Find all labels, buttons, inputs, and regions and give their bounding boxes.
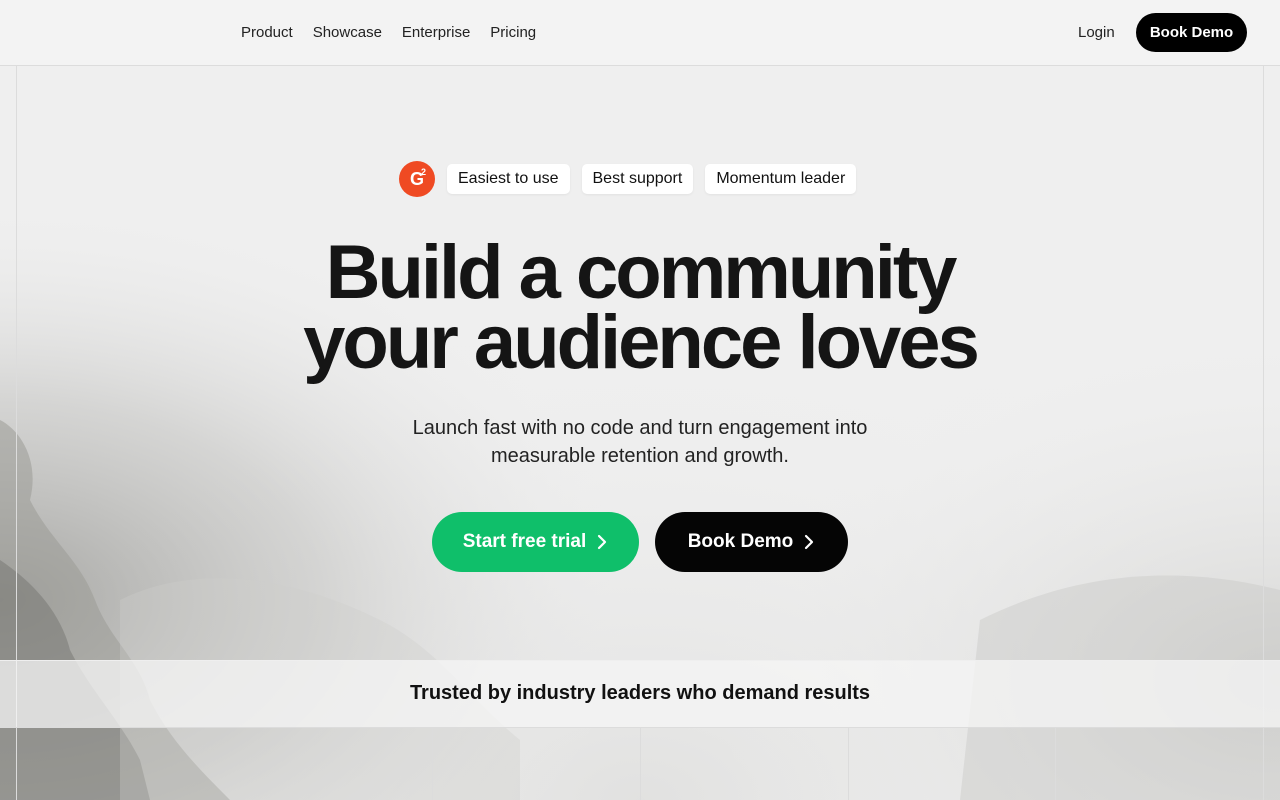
chevron-right-icon <box>598 534 607 550</box>
logo-grid-divider <box>1055 728 1056 800</box>
login-link[interactable]: Login <box>1078 24 1115 41</box>
nav-book-demo-button[interactable]: Book Demo <box>1136 13 1247 52</box>
logo-grid-divider <box>848 728 849 800</box>
hero-subheading-line-2: measurable retention and growth. <box>491 445 789 467</box>
nav-link-pricing[interactable]: Pricing <box>490 24 536 41</box>
hero-headline: Build a community your audience loves <box>0 230 1280 385</box>
start-free-trial-label: Start free trial <box>462 531 587 552</box>
award-badges: G 2 Easiest to use Best support Momentum… <box>399 161 857 197</box>
primary-nav-links: Product Showcase Enterprise Pricing <box>241 24 536 41</box>
hero-headline-line-2: your audience loves <box>303 300 980 385</box>
top-navigation: Product Showcase Enterprise Pricing Logi… <box>0 0 1280 66</box>
nav-link-product[interactable]: Product <box>241 24 293 41</box>
hero-cta-row: Start free trial Book Demo <box>432 512 848 572</box>
nav-link-enterprise[interactable]: Enterprise <box>402 24 470 41</box>
hero-subheading: Launch fast with no code and turn engage… <box>0 414 1280 470</box>
logo-grid-divider <box>432 728 433 800</box>
g2-logo-superscript: 2 <box>420 167 426 177</box>
start-free-trial-button[interactable]: Start free trial <box>432 512 639 572</box>
chevron-right-icon <box>805 534 814 550</box>
badge-best-support: Best support <box>581 164 694 194</box>
hero-book-demo-button[interactable]: Book Demo <box>655 512 848 572</box>
nav-link-showcase[interactable]: Showcase <box>313 24 382 41</box>
hero-book-demo-label: Book Demo <box>687 531 794 552</box>
hero-headline-line-1: Build a community <box>325 230 958 315</box>
badge-easiest-to-use: Easiest to use <box>447 164 570 194</box>
trusted-heading: Trusted by industry leaders who demand r… <box>409 682 871 704</box>
g2-logo-icon: G 2 <box>399 161 435 197</box>
badge-momentum-leader: Momentum leader <box>705 164 857 194</box>
logo-grid-divider <box>640 728 641 800</box>
hero-subheading-line-1: Launch fast with no code and turn engage… <box>412 417 868 439</box>
